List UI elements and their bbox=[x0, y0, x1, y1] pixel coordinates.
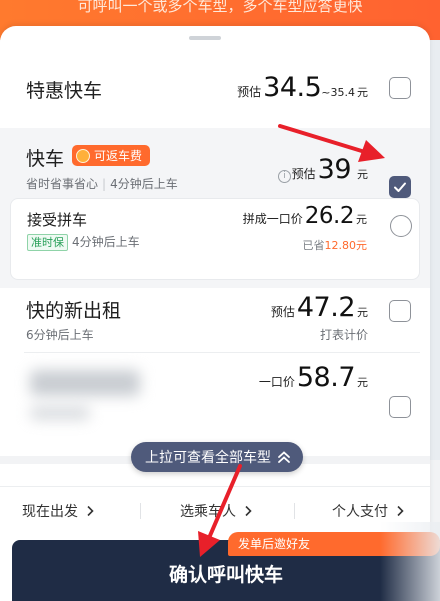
banner-text: 可呼叫一个或多个车型，多个车型应答更快 bbox=[77, 0, 363, 15]
ontime-tag: 准时保 bbox=[27, 234, 68, 251]
ride-option-tehui[interactable]: 特惠快车 预估 34.5 ~35.4 元 bbox=[0, 72, 430, 132]
ride-subtitle: 省时省事省心 | 4分钟后上车 bbox=[26, 177, 178, 191]
chevron-up-icon bbox=[278, 451, 290, 463]
choose-rider-option[interactable]: 选乘车人 bbox=[180, 501, 252, 521]
ride-eta: 6分钟后上车 bbox=[26, 328, 94, 342]
ride-title: 快车 bbox=[26, 148, 65, 170]
payment-option[interactable]: 个人支付 bbox=[332, 501, 404, 521]
watermark-fade bbox=[380, 522, 440, 601]
price-prefix: 拼成一口价 bbox=[242, 212, 303, 226]
check-icon bbox=[394, 182, 406, 192]
options-separator bbox=[294, 503, 295, 519]
ride-checkbox-checked[interactable] bbox=[389, 176, 411, 198]
ride-checkbox[interactable] bbox=[389, 396, 411, 418]
carpool-radio[interactable] bbox=[390, 215, 412, 237]
row-divider bbox=[24, 352, 420, 353]
saved-value: 12.80元 bbox=[324, 239, 368, 252]
ride-price: 预估 47.2 元 bbox=[271, 292, 368, 323]
price-range: ~35.4 bbox=[321, 86, 355, 99]
price-unit: 元 bbox=[357, 306, 368, 319]
price-prefix: 一口价 bbox=[258, 375, 295, 389]
price-unit: 元 bbox=[357, 168, 368, 181]
ride-option-taxi[interactable]: 快的新出租 6分钟后上车 预估 47.2 元 打表计价 bbox=[0, 292, 430, 368]
choose-rider-label: 选乘车人 bbox=[180, 504, 236, 520]
price-unit: 元 bbox=[357, 376, 368, 389]
saved-amount: 已省12.80元 bbox=[303, 237, 368, 253]
ride-eta: 4分钟后上车 bbox=[110, 177, 178, 191]
ride-price: 一口价 58.7 元 bbox=[259, 362, 368, 393]
ride-title: 特惠快车 bbox=[26, 80, 103, 102]
ride-price: 预估 34.5 ~35.4 元 bbox=[237, 72, 368, 103]
chevron-right-icon bbox=[87, 505, 94, 517]
price-prefix: 预估 bbox=[237, 85, 262, 99]
rebate-badge-label: 可返车费 bbox=[94, 149, 143, 163]
price-value: 58.7 bbox=[296, 362, 356, 393]
options-separator bbox=[140, 503, 141, 519]
ride-subtitle: 准时保 4分钟后上车 bbox=[27, 233, 140, 251]
ride-checkbox[interactable] bbox=[389, 300, 411, 322]
ride-option-kuaiche[interactable]: 快车 省时省事省心 | 4分钟后上车 i 预估 39 元 bbox=[0, 128, 430, 198]
price-unit: 元 bbox=[357, 86, 368, 99]
price-prefix: 预估 bbox=[270, 305, 295, 319]
blurred-title bbox=[30, 370, 140, 396]
pricing-note: 打表计价 bbox=[319, 328, 368, 342]
chevron-right-icon bbox=[397, 505, 404, 517]
blurred-subtitle bbox=[30, 406, 90, 420]
ride-eta: 4分钟后上车 bbox=[72, 235, 140, 249]
trip-options-bar: 现在出发 选乘车人 个人支付 bbox=[0, 486, 430, 534]
price-value: 47.2 bbox=[296, 292, 356, 323]
pull-up-hint-label: 上拉可查看全部车型 bbox=[145, 450, 271, 466]
ride-title: 快的新出租 bbox=[26, 300, 122, 322]
rebate-badge[interactable]: 可返车费 bbox=[72, 145, 151, 166]
drag-handle[interactable] bbox=[189, 36, 221, 40]
saved-prefix: 已省 bbox=[302, 239, 325, 252]
coin-icon bbox=[76, 148, 90, 163]
price-value: 34.5 bbox=[263, 72, 322, 103]
depart-time-option[interactable]: 现在出发 bbox=[22, 501, 94, 521]
price-value: 26.2 bbox=[304, 203, 355, 229]
ride-option-carpool[interactable]: 接受拼车 准时保 4分钟后上车 拼成一口价 26.2 元 已省12.80元 bbox=[10, 198, 420, 280]
ride-checkbox[interactable] bbox=[389, 77, 411, 99]
info-icon[interactable]: i bbox=[278, 170, 291, 183]
chevron-right-icon bbox=[245, 505, 252, 517]
payment-label: 个人支付 bbox=[332, 504, 388, 520]
ride-price: 预估 39 元 bbox=[292, 154, 368, 185]
price-prefix: 预估 bbox=[291, 167, 316, 181]
pull-up-hint-button[interactable]: 上拉可查看全部车型 bbox=[131, 442, 303, 472]
ride-option-hidden[interactable]: 一口价 58.7 元 bbox=[0, 358, 430, 438]
depart-time-label: 现在出发 bbox=[22, 504, 78, 520]
ride-title: 接受拼车 bbox=[27, 211, 88, 229]
price-value: 39 bbox=[317, 154, 352, 185]
ride-price: 拼成一口价 26.2 元 bbox=[243, 203, 367, 229]
price-unit: 元 bbox=[356, 213, 367, 226]
ride-feature: 省时省事省心 bbox=[26, 177, 99, 191]
